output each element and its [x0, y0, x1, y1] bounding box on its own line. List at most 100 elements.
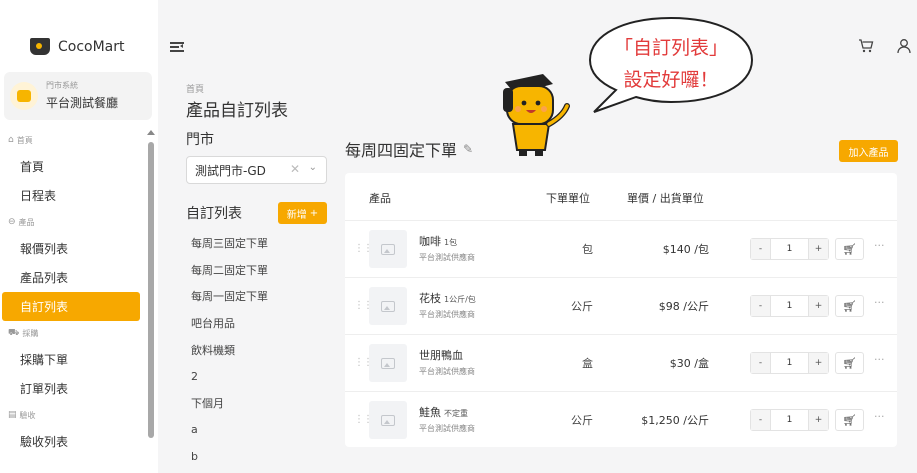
box-icon: ⊖	[8, 217, 16, 227]
chevron-down-icon[interactable]: ⌄	[309, 162, 317, 173]
quantity-input[interactable]: 1	[770, 239, 809, 259]
list-item[interactable]: b	[191, 443, 268, 470]
quantity-stepper: - 1 +	[750, 352, 829, 374]
table-header: 產品 下單單位 單價 / 出貨單位	[345, 173, 897, 221]
table-row: ⋮⋮ 花枝 1公斤/包 平台測試供應商 公斤 $98 /公斤 - 1 + 🛒︎ ·…	[345, 278, 897, 335]
menu-group-label: 首頁	[16, 135, 33, 145]
table-row: ⋮⋮ 世朋鴨血 平台測試供應商 盒 $30 /盒 - 1 + 🛒︎ ···	[345, 335, 897, 392]
product-image-placeholder	[369, 230, 407, 268]
order-unit: 盒	[582, 357, 593, 370]
more-options-icon[interactable]: ···	[874, 353, 885, 366]
add-to-cart-button[interactable]: 🛒︎	[835, 295, 864, 317]
store-select[interactable]: 測試門市-GD ✕ ⌄	[186, 156, 327, 184]
list-item[interactable]: 每周二固定下單	[191, 257, 268, 284]
plus-icon: +	[309, 207, 319, 219]
sidebar-item-purchase-order[interactable]: 採購下單	[0, 345, 148, 374]
more-options-icon[interactable]: ···	[874, 296, 885, 309]
list-item[interactable]: 每周三固定下單	[191, 230, 268, 257]
current-list-name: 每周四固定下單	[345, 141, 458, 160]
sidebar-item-products[interactable]: 產品列表	[0, 263, 148, 292]
product-supplier: 平台測試供應商	[419, 310, 475, 319]
user-icon[interactable]	[897, 38, 911, 58]
cart-icon: 🛒︎	[842, 242, 857, 256]
more-options-icon[interactable]: ···	[874, 410, 885, 423]
scroll-up-arrow[interactable]	[147, 130, 155, 135]
column-header-price: 單價 / 出貨單位	[627, 192, 704, 205]
unit-price: $1,250 /公斤	[641, 414, 709, 427]
store-system-label: 門市系統	[46, 81, 78, 90]
more-options-icon[interactable]: ···	[874, 239, 885, 252]
product-supplier: 平台測試供應商	[419, 253, 475, 262]
column-header-order-unit: 下單單位	[546, 192, 590, 205]
app-name: CocoMart	[58, 38, 125, 55]
list-item[interactable]: 2	[191, 363, 268, 390]
speech-bubble-text: 「自訂列表」 設定好囉！	[591, 32, 751, 96]
current-list-title: 每周四固定下單 ✎	[345, 137, 473, 161]
column-header-product: 產品	[369, 192, 391, 205]
add-list-button[interactable]: 新增 +	[278, 202, 327, 224]
breadcrumb[interactable]: 首頁	[186, 82, 204, 95]
store-avatar	[10, 82, 38, 110]
sidebar-item-quotes[interactable]: 報價列表	[0, 234, 148, 263]
increment-button[interactable]: +	[809, 410, 828, 430]
store-card[interactable]: 門市系統 平台測試餐廳	[4, 72, 152, 120]
list-item[interactable]: 吧台用品	[191, 310, 268, 337]
product-name: 世朋鴨血	[419, 347, 463, 363]
list-item[interactable]: 每周一固定下單	[191, 283, 268, 310]
quantity-input[interactable]: 1	[770, 410, 809, 430]
product-name-text: 花枝	[419, 292, 441, 305]
product-spec: 1包	[444, 238, 458, 247]
cart-icon: 🛒︎	[842, 356, 857, 370]
app-logo[interactable]: CocoMart	[30, 38, 125, 55]
order-unit: 公斤	[571, 300, 593, 313]
order-unit: 包	[582, 243, 593, 256]
product-name-text: 咖啡	[419, 235, 441, 248]
decrement-button[interactable]: -	[751, 410, 770, 430]
clear-icon[interactable]: ✕	[290, 162, 300, 176]
menu-group-label: 產品	[18, 217, 35, 227]
add-product-button[interactable]: 加入產品	[839, 140, 898, 162]
menu-group-home: ⌂ 首頁	[0, 128, 148, 152]
sidebar-item-home[interactable]: 首頁	[0, 152, 148, 181]
menu-group-purchasing: ⛟ 採購	[0, 321, 148, 345]
sidebar-scrollbar[interactable]	[147, 130, 155, 473]
store-select-value: 測試門市-GD	[195, 163, 266, 178]
product-spec: 不定重	[444, 409, 468, 418]
quantity-input[interactable]: 1	[770, 353, 809, 373]
add-to-cart-button[interactable]: 🛒︎	[835, 409, 864, 431]
sidebar-item-custom-lists[interactable]: 自訂列表	[2, 292, 140, 321]
product-image-placeholder	[369, 401, 407, 439]
decrement-button[interactable]: -	[751, 296, 770, 316]
add-to-cart-button[interactable]: 🛒︎	[835, 352, 864, 374]
speech-line-2: 設定好囉！	[623, 69, 719, 91]
decrement-button[interactable]: -	[751, 353, 770, 373]
sidebar: CocoMart 門市系統 平台測試餐廳 ⌂ 首頁 首頁 日程表 ⊖ 產品 報價…	[0, 0, 158, 473]
list-item[interactable]: a	[191, 416, 268, 443]
increment-button[interactable]: +	[809, 296, 828, 316]
clipboard-icon: ▤	[8, 410, 17, 420]
quantity-stepper: - 1 +	[750, 238, 829, 260]
scrollbar-thumb[interactable]	[148, 142, 154, 438]
custom-list-items: 每周三固定下單 每周二固定下單 每周一固定下單 吧台用品 飲料機類 2 下個月 …	[191, 230, 268, 469]
add-to-cart-button[interactable]: 🛒︎	[835, 238, 864, 260]
edit-pencil-icon[interactable]: ✎	[463, 142, 473, 156]
decrement-button[interactable]: -	[751, 239, 770, 259]
list-item[interactable]: 飲料機類	[191, 336, 268, 363]
list-item[interactable]: 下個月	[191, 390, 268, 417]
product-image-placeholder	[369, 287, 407, 325]
cart-icon[interactable]	[858, 38, 874, 58]
increment-button[interactable]: +	[809, 239, 828, 259]
image-icon	[381, 243, 395, 255]
cart-icon: 🛒︎	[842, 413, 857, 427]
sidebar-item-schedule[interactable]: 日程表	[0, 181, 148, 210]
sidebar-item-order-list[interactable]: 訂單列表	[0, 374, 148, 403]
menu-group-label: 採購	[22, 328, 39, 338]
store-name: 平台測試餐廳	[46, 96, 119, 110]
quantity-input[interactable]: 1	[770, 296, 809, 316]
page-title: 產品自訂列表	[186, 101, 288, 121]
increment-button[interactable]: +	[809, 353, 828, 373]
store-filter-label: 門市	[186, 132, 214, 148]
menu-collapse-icon[interactable]	[170, 40, 186, 54]
product-name-text: 世朋鴨血	[419, 349, 463, 362]
sidebar-item-receiving-list[interactable]: 驗收列表	[0, 427, 148, 456]
